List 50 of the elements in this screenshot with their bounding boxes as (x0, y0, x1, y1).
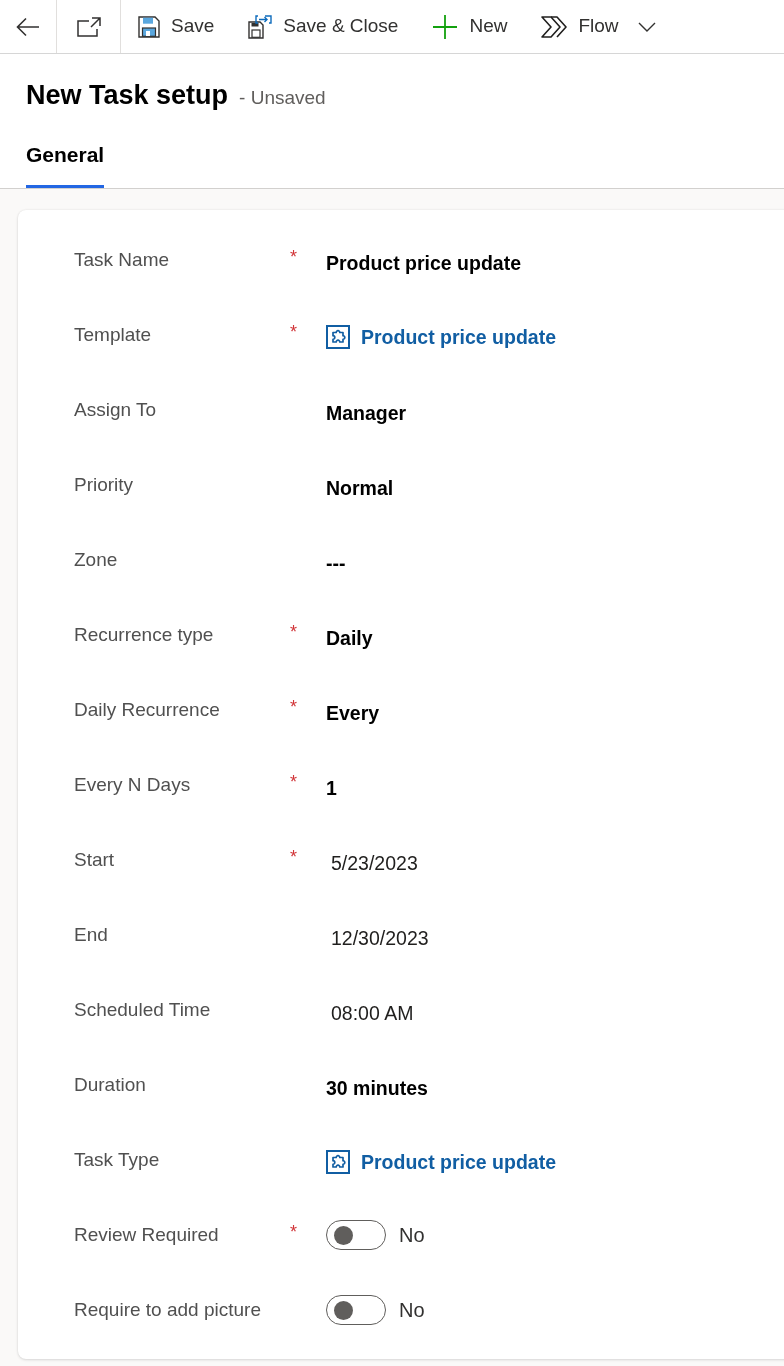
field-label: Start (74, 848, 116, 872)
field-label: Scheduled Time (74, 998, 212, 1022)
field-label: Template (74, 323, 153, 347)
field-label: End (74, 923, 109, 947)
field-label: Priority (74, 473, 135, 497)
field-label: Review Required (74, 1223, 220, 1247)
required-mark: * (290, 247, 297, 267)
field-label: Zone (74, 548, 119, 572)
required-mark: * (290, 697, 297, 717)
toggle-switch[interactable] (326, 1220, 386, 1250)
field-value[interactable]: Every (326, 699, 380, 727)
field-label: Every N Days (74, 773, 192, 797)
floppy-arrow-icon (248, 14, 273, 39)
lookup-link[interactable]: Product price update (361, 1148, 557, 1176)
pop-out-icon (76, 16, 101, 37)
field-value[interactable]: 1 (326, 774, 337, 802)
field-value[interactable]: Manager (326, 399, 407, 427)
field-label: Task Type (74, 1148, 161, 1172)
required-mark: * (290, 772, 297, 792)
field-value[interactable]: Normal (326, 474, 394, 502)
toggle-switch[interactable] (326, 1295, 386, 1325)
tab[interactable]: General (26, 133, 105, 188)
page-title: New Task setup (26, 79, 229, 112)
field-value[interactable]: 5/23/2023 (326, 849, 418, 877)
field-label: Daily Recurrence (74, 698, 221, 722)
field-label: Require to add picture (74, 1298, 262, 1322)
field-label: Assign To (74, 398, 158, 422)
field-value[interactable]: --- (326, 549, 346, 577)
field-value[interactable]: 08:00 AM (326, 999, 414, 1027)
toggle-state-label: No (399, 1223, 425, 1248)
required-mark: * (290, 622, 297, 642)
puzzle-icon (326, 325, 350, 349)
field-value[interactable]: Daily (326, 624, 373, 652)
field-label: Task Name (74, 248, 171, 272)
double-chevron-icon (541, 15, 568, 38)
required-mark: * (290, 322, 297, 342)
puzzle-icon (326, 1150, 350, 1174)
lookup-link[interactable]: Product price update (361, 323, 557, 351)
field-value[interactable]: 12/30/2023 (326, 924, 429, 952)
save-status: - Unsaved (239, 86, 326, 110)
field-label: Recurrence type (74, 623, 215, 647)
field-value[interactable]: 30 minutes (326, 1074, 428, 1102)
back-arrow-icon (16, 16, 40, 37)
required-mark: * (290, 1222, 297, 1242)
field-value[interactable]: Product price update (326, 249, 522, 277)
plus-icon (432, 13, 459, 40)
required-mark: * (290, 847, 297, 867)
field-label: Duration (74, 1073, 147, 1097)
chevron-down-icon (637, 21, 656, 32)
toggle-state-label: No (399, 1298, 425, 1323)
